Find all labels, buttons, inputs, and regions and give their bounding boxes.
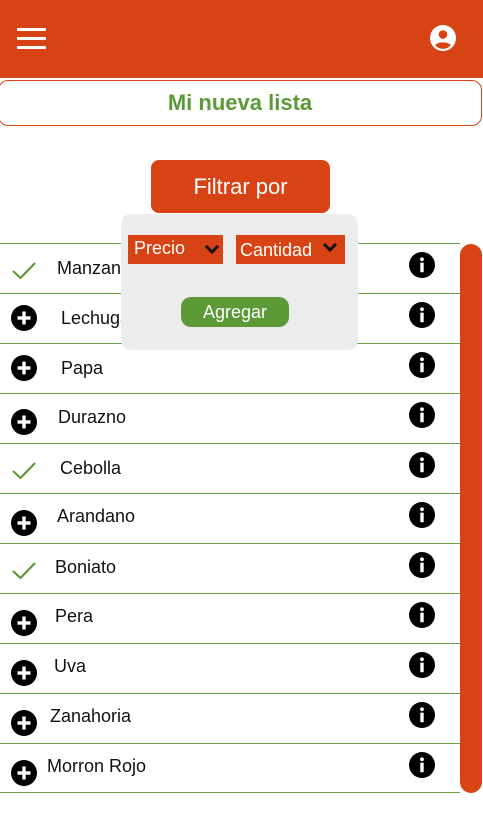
price-select[interactable]: Precio xyxy=(128,235,223,264)
info-icon[interactable] xyxy=(409,302,435,328)
item-name: Uva xyxy=(54,656,87,676)
list-title-box: Mi nueva lista xyxy=(0,80,482,126)
info-icon[interactable] xyxy=(409,552,435,578)
add-circle-icon[interactable] xyxy=(11,710,37,736)
info-icon[interactable] xyxy=(409,602,435,628)
info-icon[interactable] xyxy=(409,402,435,428)
account-circle-icon[interactable] xyxy=(429,24,457,52)
add-button[interactable]: Agregar xyxy=(181,297,289,327)
chevron-down-icon xyxy=(204,244,220,255)
list-item[interactable]: Pera xyxy=(0,593,460,643)
info-icon[interactable] xyxy=(409,452,435,478)
scrollbar[interactable] xyxy=(460,244,482,793)
add-circle-icon[interactable] xyxy=(11,510,37,536)
add-circle-icon[interactable] xyxy=(11,610,37,636)
add-button-label: Agregar xyxy=(202,301,268,322)
list-item[interactable]: Cebolla xyxy=(0,443,460,493)
item-name: Pera xyxy=(55,606,94,626)
price-select-label: Precio xyxy=(134,238,186,258)
item-name: Durazno xyxy=(58,407,127,427)
add-circle-icon[interactable] xyxy=(11,355,37,381)
item-name: Lechuga xyxy=(61,308,131,328)
item-name: Morron Rojo xyxy=(47,756,147,776)
list-item[interactable]: Durazno xyxy=(0,393,460,443)
filter-button-label: Filtrar por xyxy=(193,173,288,199)
item-name: Arandano xyxy=(57,506,136,526)
item-name: Boniato xyxy=(55,557,117,577)
item-name: Cebolla xyxy=(60,458,122,478)
quantity-select[interactable]: Cantidad xyxy=(236,235,345,264)
item-name: Zanahoria xyxy=(50,706,132,726)
item-name: Manzana xyxy=(57,258,132,278)
hamburger-menu-icon[interactable] xyxy=(17,26,47,50)
check-icon[interactable] xyxy=(11,558,37,584)
info-icon[interactable] xyxy=(409,502,435,528)
add-circle-icon[interactable] xyxy=(11,760,37,786)
list-item[interactable]: Boniato xyxy=(0,543,460,593)
info-icon[interactable] xyxy=(409,752,435,778)
add-circle-icon[interactable] xyxy=(11,660,37,686)
info-icon[interactable] xyxy=(409,352,435,378)
add-circle-icon[interactable] xyxy=(11,305,37,331)
chevron-down-icon xyxy=(322,242,338,253)
info-icon[interactable] xyxy=(409,702,435,728)
list-item[interactable]: Zanahoria xyxy=(0,693,460,743)
filter-popup: Precio Cantidad Agregar xyxy=(121,214,358,350)
list-item[interactable]: Papa xyxy=(0,343,460,393)
list-item[interactable]: Arandano xyxy=(0,493,460,543)
check-icon[interactable] xyxy=(11,458,37,484)
info-icon[interactable] xyxy=(409,652,435,678)
quantity-select-label: Cantidad xyxy=(240,240,313,260)
add-circle-icon[interactable] xyxy=(11,409,37,435)
app-bar xyxy=(0,0,483,78)
check-icon[interactable] xyxy=(11,258,37,284)
info-icon[interactable] xyxy=(409,252,435,278)
list-item[interactable]: Morron Rojo xyxy=(0,743,460,793)
filter-button[interactable]: Filtrar por xyxy=(151,160,330,213)
item-name: Papa xyxy=(61,358,104,378)
list-item[interactable]: Uva xyxy=(0,643,460,693)
page-title: Mi nueva lista xyxy=(167,90,313,115)
